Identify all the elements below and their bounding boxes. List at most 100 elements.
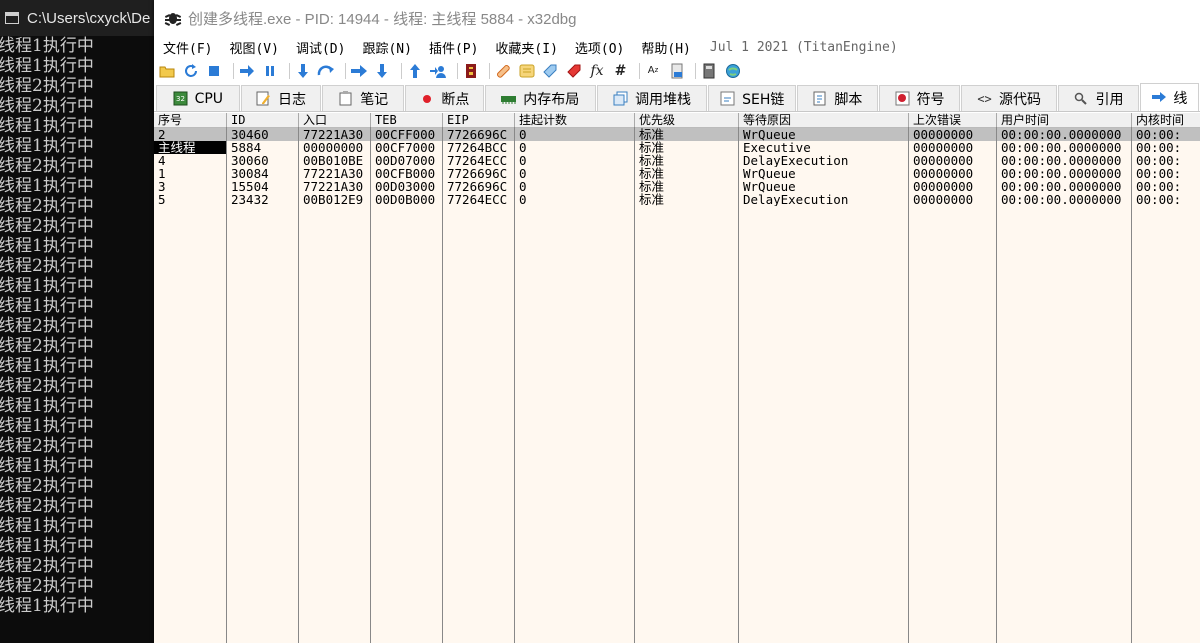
table-cell: 00:00:00.0000000 [1001,193,1122,206]
calculator-icon[interactable] [700,62,718,80]
console-icon [5,12,19,24]
comments-icon[interactable] [518,62,536,80]
console-line: 线程1执行中 [0,176,94,196]
toolbar-separator [695,62,696,79]
menu-file[interactable]: 文件(F) [163,38,212,57]
column-divider[interactable] [514,127,515,643]
tab-references[interactable]: 引用 [1057,85,1140,111]
table-row[interactable]: 主线程 5884 00000000 00CF7000 77264BCC 0 标准 Execut… [154,141,1200,154]
tab-memory-map[interactable]: 内存布局 [484,85,596,111]
step-into-icon[interactable] [294,62,312,80]
tab-call-stack[interactable]: 调用堆栈 [596,85,708,111]
menu-plugins[interactable]: 插件(P) [429,38,478,57]
window-titlebar[interactable]: 创建多线程.exe - PID: 14944 - 线程: 主线程 5884 - … [154,0,1200,36]
menu-favourites[interactable]: 收藏夹(I) [495,38,557,57]
column-header[interactable]: 入口 [299,113,371,127]
table-cell: 77264ECC [447,154,508,167]
tab-source[interactable]: <> 源代码 [961,85,1057,111]
run-icon[interactable] [238,62,256,80]
table-row[interactable]: 4 30060 00B010BE 00D07000 77264ECC 0 标准 DelayEx… [154,154,1200,167]
script-file-icon[interactable] [668,62,686,80]
trace-into-icon[interactable] [350,62,368,80]
table-cell: 00000000 [913,128,974,141]
threads-table: 序号 ID 入口 TEB EIP 挂起计数 优先级 等待原因 上次错误 用户时间… [154,113,1200,643]
bookmarks-icon[interactable] [565,62,583,80]
column-header[interactable]: 等待原因 [739,113,909,127]
console-line: 线程2执行中 [0,376,94,396]
table-row[interactable]: 1 30084 77221A30 00CFB000 7726696C 0 标准 WrQueue… [154,167,1200,180]
table-cell: 00:00: [1136,167,1182,180]
column-divider[interactable] [908,127,909,643]
menu-trace[interactable]: 跟踪(N) [362,38,411,57]
menu-view[interactable]: 视图(V) [229,38,278,57]
tab-symbols[interactable]: 符号 [878,85,961,111]
tab-notes[interactable]: 笔记 [322,85,405,111]
console-line: 线程2执行中 [0,576,94,596]
table-cell: 77221A30 [303,180,364,193]
scylla-icon[interactable] [462,62,480,80]
column-divider[interactable] [370,127,371,643]
tab-script[interactable]: 脚本 [797,85,878,111]
tab-threads[interactable]: 线 [1140,83,1200,111]
labels-icon[interactable] [541,62,559,80]
table-cell: 00CF7000 [375,141,436,154]
help-icon[interactable] [724,62,742,80]
column-header[interactable]: 序号 [154,113,227,127]
variables-icon[interactable]: # [612,62,630,80]
table-row[interactable]: 3 15504 77221A30 00D03000 7726696C 0 标准 WrQueue… [154,180,1200,193]
column-divider[interactable] [996,127,997,643]
trace-over-icon[interactable] [373,62,391,80]
debugger-window: 创建多线程.exe - PID: 14944 - 线程: 主线程 5884 - … [154,0,1200,643]
run-to-user-code-icon[interactable] [429,62,447,80]
column-header[interactable]: 用户时间 [997,113,1132,127]
open-icon[interactable] [158,62,176,80]
patches-icon[interactable] [494,62,512,80]
column-divider[interactable] [442,127,443,643]
column-header[interactable]: 上次错误 [909,113,997,127]
column-header[interactable]: EIP [443,113,515,127]
table-cell: 7726696C [447,128,508,141]
table-cell: 0 [519,167,527,180]
table-cell: 0 [519,128,527,141]
table-cell: 0 [519,154,527,167]
tab-breakpoints[interactable]: 断点 [405,85,484,111]
column-header[interactable]: 挂起计数 [515,113,635,127]
table-cell: 1 [158,167,166,180]
table-cell: 4 [158,154,166,167]
source-icon: <> [977,91,992,106]
menu-debug[interactable]: 调试(D) [296,38,345,57]
column-divider[interactable] [226,127,227,643]
step-over-icon[interactable] [317,62,335,80]
restart-icon[interactable] [182,62,200,80]
column-header[interactable]: 内核时间 [1132,113,1200,127]
strings-icon[interactable]: Az [644,62,662,80]
pause-icon[interactable] [261,62,279,80]
table-cell: 00D07000 [375,154,436,167]
toolbar-separator [288,62,290,79]
tab-log[interactable]: 日志 [240,85,322,111]
table-cell: 00:00:00.0000000 [1001,154,1122,167]
console-line: 线程1执行中 [0,536,94,556]
tab-seh-chain[interactable]: SEH链 [708,85,796,111]
table-cell: WrQueue [743,128,796,141]
menu-help[interactable]: 帮助(H) [641,38,690,57]
table-cell: 标准 [639,193,665,206]
tab-cpu[interactable]: 32 CPU [156,85,240,111]
table-cell: 0 [519,141,527,154]
column-header[interactable]: 优先级 [635,113,739,127]
console-line: 线程2执行中 [0,76,94,96]
column-divider[interactable] [1131,127,1132,643]
functions-icon[interactable]: fx [588,62,606,80]
console-titlebar[interactable]: C:\Users\cxyck\De [0,0,160,36]
table-cell: DelayExecution [743,193,849,206]
column-divider[interactable] [634,127,635,643]
table-row[interactable]: 5 23432 00B012E9 00D0B000 77264ECC 0 标准 DelayEx… [154,193,1200,206]
execute-till-return-icon[interactable] [406,62,424,80]
table-row[interactable]: 2 30460 77221A30 00CFF000 7726696C 0 标准 WrQueue… [154,128,1200,141]
column-divider[interactable] [738,127,739,643]
column-header[interactable]: TEB [371,113,443,127]
stop-icon[interactable] [205,62,223,80]
menu-options[interactable]: 选项(O) [575,38,624,57]
column-header[interactable]: ID [227,113,299,127]
column-divider[interactable] [298,127,299,643]
